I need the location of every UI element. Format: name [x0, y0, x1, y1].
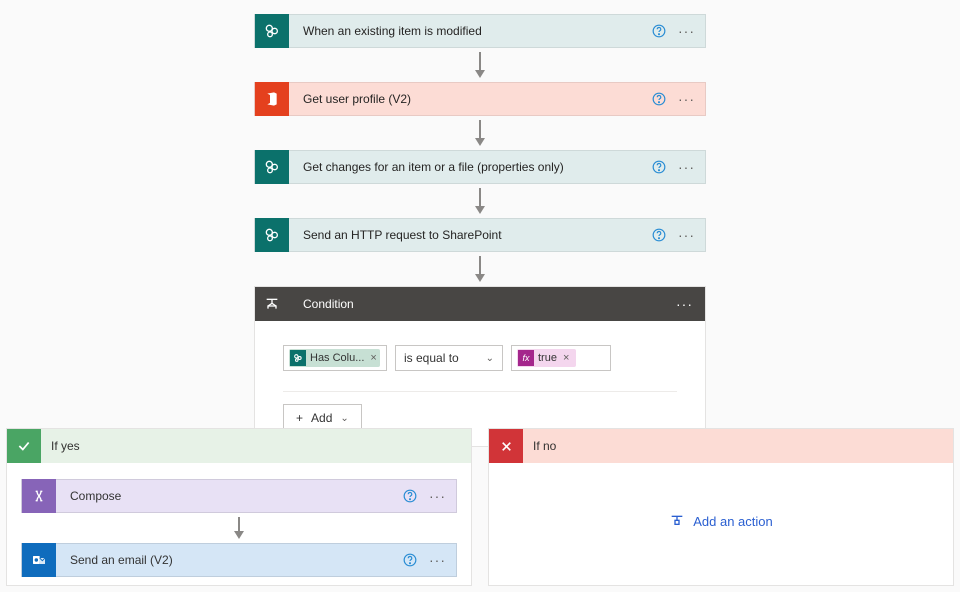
arrow-connector — [254, 252, 706, 286]
compose-card[interactable]: Compose ··· — [21, 479, 457, 513]
sharepoint-icon — [255, 218, 289, 252]
office365-icon — [255, 82, 289, 116]
expression-token[interactable]: fx true × — [517, 349, 576, 367]
add-label: Add — [311, 411, 332, 425]
get-changes-title: Get changes for an item or a file (prope… — [289, 160, 652, 174]
more-icon[interactable]: ··· — [429, 552, 446, 568]
sharepoint-icon — [255, 14, 289, 48]
condition-left-field[interactable]: Has Colu... × — [283, 345, 387, 371]
http-request-card[interactable]: Send an HTTP request to SharePoint ··· — [254, 218, 706, 252]
arrow-connector — [254, 116, 706, 150]
compose-icon — [22, 479, 56, 513]
condition-operator-select[interactable]: is equal to ⌄ — [395, 345, 503, 371]
operator-label: is equal to — [404, 351, 459, 365]
send-email-title: Send an email (V2) — [56, 553, 403, 567]
get-changes-card[interactable]: Get changes for an item or a file (prope… — [254, 150, 706, 184]
outlook-icon — [22, 543, 56, 577]
help-icon[interactable] — [652, 24, 666, 38]
help-icon[interactable] — [652, 228, 666, 242]
help-icon[interactable] — [652, 92, 666, 106]
help-icon[interactable] — [403, 489, 417, 503]
more-icon[interactable]: ··· — [676, 296, 693, 312]
if-yes-label: If yes — [51, 439, 80, 453]
if-yes-branch: If yes Compose ··· — [6, 428, 472, 586]
add-action-button[interactable]: Add an action — [489, 463, 953, 529]
help-icon[interactable] — [403, 553, 417, 567]
remove-token-icon[interactable]: × — [561, 352, 571, 364]
http-request-title: Send an HTTP request to SharePoint — [289, 228, 652, 242]
fx-icon: fx — [518, 350, 534, 366]
trigger-title: When an existing item is modified — [289, 24, 652, 38]
if-no-label: If no — [533, 439, 556, 453]
compose-title: Compose — [56, 489, 403, 503]
more-icon[interactable]: ··· — [678, 227, 695, 243]
trigger-card[interactable]: When an existing item is modified ··· — [254, 14, 706, 48]
condition-icon — [255, 287, 289, 321]
plus-icon: + — [296, 411, 303, 425]
more-icon[interactable]: ··· — [429, 488, 446, 504]
more-icon[interactable]: ··· — [678, 159, 695, 175]
more-icon[interactable]: ··· — [678, 23, 695, 39]
token-label: Has Colu... — [310, 352, 364, 364]
remove-token-icon[interactable]: × — [368, 352, 378, 364]
get-user-profile-card[interactable]: Get user profile (V2) ··· — [254, 82, 706, 116]
arrow-connector — [254, 48, 706, 82]
add-action-icon — [669, 513, 685, 529]
arrow-connector — [254, 184, 706, 218]
dynamic-content-token[interactable]: Has Colu... × — [289, 349, 380, 367]
condition-card[interactable]: Condition ··· Has Colu... × — [254, 286, 706, 447]
if-yes-header[interactable]: If yes — [7, 429, 471, 463]
add-action-label: Add an action — [693, 514, 773, 529]
more-icon[interactable]: ··· — [678, 91, 695, 107]
condition-title: Condition — [289, 297, 676, 311]
token-label: true — [538, 352, 557, 364]
send-email-card[interactable]: Send an email (V2) ··· — [21, 543, 457, 577]
if-no-branch: If no Add an action — [488, 428, 954, 586]
if-no-header[interactable]: If no — [489, 429, 953, 463]
arrow-connector — [21, 513, 457, 543]
sharepoint-icon — [255, 150, 289, 184]
chevron-down-icon: ⌄ — [486, 353, 494, 364]
sharepoint-icon — [290, 350, 306, 366]
condition-right-field[interactable]: fx true × — [511, 345, 611, 371]
close-icon — [489, 429, 523, 463]
chevron-down-icon: ⌄ — [340, 413, 348, 424]
get-user-profile-title: Get user profile (V2) — [289, 92, 652, 106]
help-icon[interactable] — [652, 160, 666, 174]
check-icon — [7, 429, 41, 463]
